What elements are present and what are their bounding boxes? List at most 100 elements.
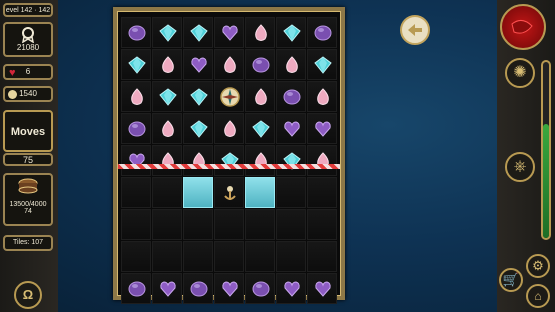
board-cell[interactable]: [183, 241, 213, 272]
board-cell[interactable]: [152, 49, 182, 80]
hint-button[interactable]: Ω: [14, 281, 42, 309]
board-cell[interactable]: [307, 17, 337, 48]
board-cell[interactable]: [183, 49, 213, 80]
board-cell[interactable]: [276, 81, 306, 112]
board-cell[interactable]: [183, 81, 213, 112]
board-cell[interactable]: [245, 241, 275, 272]
heart-icon: ♥: [9, 67, 16, 79]
purple-heart-icon: [315, 281, 331, 297]
cog-icon: ⚙: [532, 258, 544, 273]
tiles-box: Tiles: 107: [3, 235, 53, 251]
board-cell[interactable]: [307, 113, 337, 144]
options-button[interactable]: ⚙: [526, 254, 550, 278]
board-cell[interactable]: [183, 17, 213, 48]
board-cell[interactable]: [307, 145, 337, 176]
purple-oval-icon: [128, 25, 146, 41]
wheel-button[interactable]: ⎈: [505, 152, 535, 182]
board-cell[interactable]: [152, 81, 182, 112]
board-cell[interactable]: [276, 209, 306, 240]
board-cell[interactable]: [307, 81, 337, 112]
board-cell[interactable]: [245, 209, 275, 240]
board-cell[interactable]: [152, 209, 182, 240]
board-cell[interactable]: [276, 145, 306, 176]
board-cell[interactable]: [214, 49, 244, 80]
barrel-icon: [18, 178, 38, 194]
board-cell[interactable]: [214, 81, 244, 112]
board-cell[interactable]: [183, 209, 213, 240]
purple-heart-icon: [222, 281, 238, 297]
pink-drop-icon: [224, 56, 236, 73]
board-cell[interactable]: [121, 273, 151, 304]
board-cell[interactable]: [245, 177, 275, 208]
lives-box[interactable]: ♥ 6: [3, 64, 53, 80]
board-cell[interactable]: [152, 17, 182, 48]
board-cell[interactable]: [214, 209, 244, 240]
shop-button[interactable]: 🛒: [499, 268, 523, 292]
tiles-label: Tiles: 107: [12, 239, 44, 246]
board-cell[interactable]: [214, 145, 244, 176]
board-cell[interactable]: [276, 17, 306, 48]
board-cell[interactable]: [214, 241, 244, 272]
settings-button[interactable]: ✺: [505, 58, 535, 88]
board-cell[interactable]: [245, 17, 275, 48]
board-cell[interactable]: [152, 273, 182, 304]
board-cell[interactable]: [307, 209, 337, 240]
board-cell[interactable]: [245, 113, 275, 144]
board-cell[interactable]: [307, 273, 337, 304]
board-cell[interactable]: [276, 273, 306, 304]
arrow-left-icon: [408, 24, 422, 36]
board-cell[interactable]: [214, 113, 244, 144]
board-cell[interactable]: [183, 177, 213, 208]
board-cell[interactable]: [245, 49, 275, 80]
board-cell[interactable]: [152, 241, 182, 272]
sea-map-button[interactable]: [500, 4, 546, 50]
board-cell[interactable]: [183, 145, 213, 176]
board-cell[interactable]: [276, 49, 306, 80]
board-cell[interactable]: [121, 177, 151, 208]
home-button[interactable]: ⌂: [526, 284, 550, 308]
board-cell[interactable]: [307, 177, 337, 208]
lives-value: 6: [25, 67, 31, 76]
board-cell[interactable]: [245, 273, 275, 304]
teal-diamond-icon: [190, 120, 208, 138]
board-cell[interactable]: [214, 177, 244, 208]
purple-oval-icon: [128, 121, 146, 137]
hint-icon: Ω: [22, 287, 34, 302]
board-cell[interactable]: [121, 113, 151, 144]
board-cell[interactable]: [121, 49, 151, 80]
board-cell[interactable]: [152, 145, 182, 176]
board-cell[interactable]: [276, 113, 306, 144]
board-cell[interactable]: [121, 145, 151, 176]
board-cell[interactable]: [307, 241, 337, 272]
score-value: 21080: [16, 43, 40, 52]
purple-heart-icon: [284, 121, 300, 137]
coin-icon: [8, 90, 17, 99]
board-cell[interactable]: [307, 49, 337, 80]
score-box: 21080: [3, 22, 53, 57]
board-cell[interactable]: [276, 241, 306, 272]
board-cell[interactable]: [245, 81, 275, 112]
left-panel: evel 142 · 142 21080 ♥ 6 1540 Moves 75 1…: [0, 0, 58, 312]
teal-diamond-icon: [314, 56, 332, 74]
board-cell[interactable]: [245, 145, 275, 176]
purple-heart-icon: [160, 281, 176, 297]
purple-oval-icon: [314, 25, 332, 41]
anchor-icon: [224, 186, 236, 200]
map-icon: [511, 20, 533, 34]
board-cell[interactable]: [121, 17, 151, 48]
board-cell[interactable]: [121, 241, 151, 272]
board-cell[interactable]: [214, 17, 244, 48]
board-cell[interactable]: [152, 113, 182, 144]
compass-icon: [220, 87, 240, 107]
back-button[interactable]: [400, 15, 430, 45]
board-cell[interactable]: [121, 81, 151, 112]
ship-wheel-icon: ⎈: [513, 158, 527, 175]
board-cell[interactable]: [214, 273, 244, 304]
board-cell[interactable]: [121, 209, 151, 240]
board-cell[interactable]: [276, 177, 306, 208]
coins-box[interactable]: 1540: [3, 86, 53, 102]
board-cell[interactable]: [183, 273, 213, 304]
pink-drop-icon: [162, 56, 174, 73]
board-cell[interactable]: [183, 113, 213, 144]
board-cell[interactable]: [152, 177, 182, 208]
